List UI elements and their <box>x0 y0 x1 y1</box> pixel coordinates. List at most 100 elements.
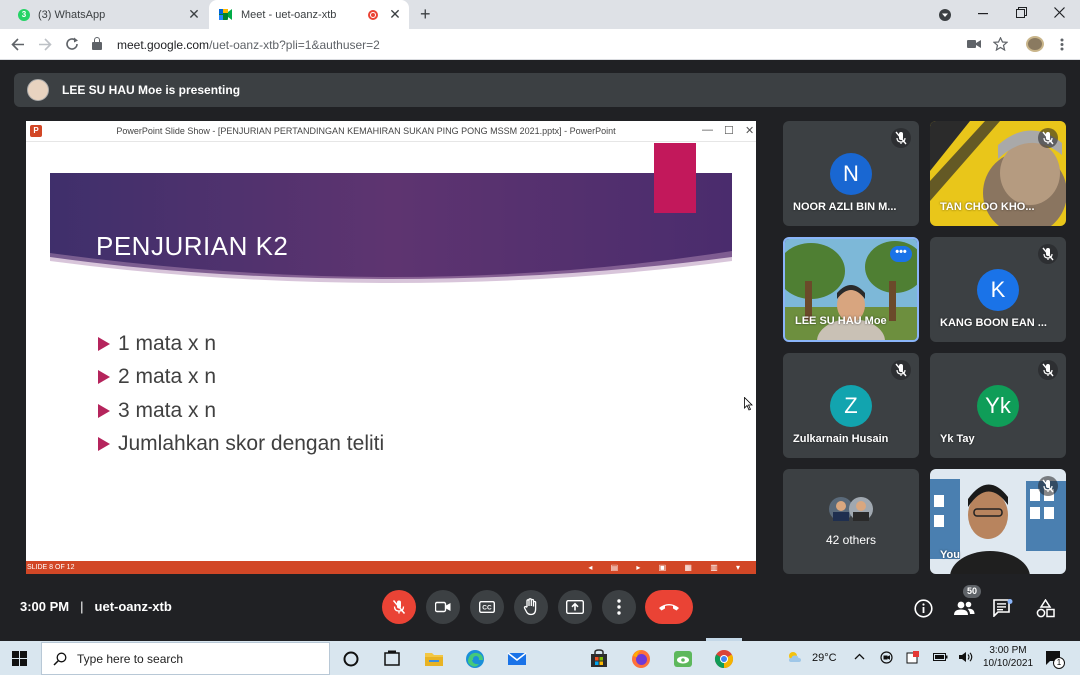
more-options-button[interactable] <box>602 590 636 624</box>
people-button[interactable] <box>952 597 976 619</box>
participant-name: Yk Tay <box>940 433 975 445</box>
participant-avatar: Z <box>830 385 872 427</box>
new-tab-button[interactable]: + <box>420 4 431 25</box>
weather-temp[interactable]: 29°C <box>812 652 837 664</box>
leave-call-button[interactable] <box>645 590 693 624</box>
mic-off-icon <box>1038 244 1058 264</box>
mic-off-icon <box>891 128 911 148</box>
bullet-text: 3 mata x n <box>118 398 217 422</box>
participant-tile[interactable]: K KANG BOON EAN ... <box>930 237 1066 342</box>
participant-tile[interactable]: N NOOR AZLI BIN M... <box>783 121 919 226</box>
store-icon[interactable] <box>588 648 610 670</box>
presenter-avatar <box>27 79 49 101</box>
slide-bullets: 1 mata x n 2 mata x n 3 mata x n Jumlahk… <box>98 327 384 461</box>
close-tab-icon[interactable]: ✕ <box>387 6 403 23</box>
taskbar-search-box[interactable]: Type here to search <box>41 642 330 675</box>
url-host: meet.google.com <box>117 37 210 52</box>
close-icon: ✕ <box>745 125 755 137</box>
svg-text:CC: CC <box>482 605 492 612</box>
others-count: 42 others <box>825 533 877 547</box>
meeting-info: 3:00 PM | uet-oanz-xtb <box>20 599 172 614</box>
powerpoint-status-bar: SLIDE 8 OF 12 ◂ ▤ ▸ ▣ ▦ ▥ ▾ <box>26 561 756 574</box>
camera-in-use-icon[interactable] <box>967 39 981 49</box>
meet-now-icon[interactable] <box>880 651 893 664</box>
close-window-icon[interactable] <box>1054 7 1065 18</box>
microphone-button[interactable] <box>382 590 416 624</box>
people-count-badge: 50 <box>963 585 981 598</box>
browser-tab-strip: 3 (3) WhatsApp ✕ Meet - uet-oanz-xtb ✕ + <box>0 0 1080 29</box>
app-green-icon[interactable] <box>672 648 694 670</box>
participant-name: You <box>940 549 960 561</box>
view-controls-icon: ◂ ▤ ▸ ▣ ▦ ▥ ▾ <box>588 563 748 572</box>
tab-label: Meet - uet-oanz-xtb <box>241 8 337 21</box>
raise-hand-button[interactable] <box>514 590 548 624</box>
task-view-icon[interactable] <box>381 648 403 670</box>
url-path: /uet-oanz-xtb?pli=1&authuser=2 <box>209 37 380 52</box>
edge-icon[interactable] <box>464 648 486 670</box>
others-avatars <box>829 497 873 521</box>
more-options-icon[interactable] <box>1060 38 1064 51</box>
list-item: 2 mata x n <box>98 361 384 395</box>
meeting-code: uet-oanz-xtb <box>94 599 172 614</box>
participant-tile[interactable]: ••• LEE SU HAU Moe <box>783 237 919 342</box>
address-bar: meet.google.com/uet-oanz-xtb?pli=1&authu… <box>0 29 1080 60</box>
participant-tile[interactable]: Yk Yk Tay <box>930 353 1066 458</box>
taskbar-clock[interactable]: 3:00 PM 10/10/2021 <box>982 644 1034 670</box>
profile-avatar[interactable] <box>1026 36 1044 52</box>
file-explorer-icon[interactable] <box>423 648 445 670</box>
url-field[interactable]: meet.google.com/uet-oanz-xtb?pli=1&authu… <box>92 33 962 56</box>
show-hidden-icons-icon[interactable] <box>854 653 865 660</box>
bullet-triangle-icon <box>98 403 110 418</box>
present-now-button[interactable] <box>558 590 592 624</box>
chat-icon <box>993 599 1013 617</box>
tab-whatsapp[interactable]: 3 (3) WhatsApp ✕ <box>8 0 208 29</box>
meeting-controls-bar: 3:00 PM | uet-oanz-xtb CC <box>0 580 1080 640</box>
camera-button[interactable] <box>426 590 460 624</box>
bullet-triangle-icon <box>98 370 110 385</box>
cortana-icon[interactable] <box>340 648 362 670</box>
list-item: Jumlahkan skor dengan teliti <box>98 428 384 462</box>
weather-icon[interactable] <box>786 650 804 664</box>
forward-icon[interactable] <box>38 38 52 51</box>
list-item: 3 mata x n <box>98 394 384 428</box>
participant-tile[interactable]: Z Zulkarnain Husain <box>783 353 919 458</box>
minimize-icon: — <box>702 124 713 136</box>
reload-icon[interactable] <box>65 37 79 51</box>
self-tile[interactable]: You <box>930 469 1066 574</box>
more-vert-icon <box>617 599 621 615</box>
chrome-icon[interactable] <box>713 648 735 670</box>
tab-meet[interactable]: Meet - uet-oanz-xtb ✕ <box>209 0 409 29</box>
volume-icon[interactable] <box>958 651 974 663</box>
slide-title: PENJURIAN K2 <box>96 231 289 261</box>
more-options-button[interactable]: ••• <box>890 246 912 262</box>
chat-button[interactable] <box>992 597 1014 619</box>
camera-icon <box>435 601 451 613</box>
mail-icon[interactable] <box>506 648 528 670</box>
battery-icon[interactable] <box>933 653 948 661</box>
presenting-banner: LEE SU HAU Moe is presenting <box>14 73 1066 107</box>
firefox-icon[interactable] <box>630 648 652 670</box>
security-shield-icon[interactable] <box>906 650 920 664</box>
close-tab-icon[interactable]: ✕ <box>186 6 202 23</box>
participant-avatar: K <box>977 269 1019 311</box>
activities-button[interactable] <box>1034 597 1056 619</box>
search-placeholder: Type here to search <box>77 651 184 666</box>
captions-button[interactable]: CC <box>470 590 504 624</box>
participant-tile[interactable]: TAN CHOO KHO... <box>930 121 1066 226</box>
search-icon <box>53 652 67 666</box>
others-tile[interactable]: 42 others <box>783 469 919 574</box>
mic-off-icon <box>1038 360 1058 380</box>
raise-hand-icon <box>523 598 537 616</box>
meeting-details-button[interactable] <box>912 597 934 619</box>
tab-search-icon[interactable] <box>938 8 952 22</box>
back-icon[interactable] <box>11 38 25 51</box>
participant-name: LEE SU HAU Moe <box>795 315 887 327</box>
list-item: 1 mata x n <box>98 327 384 361</box>
captions-icon: CC <box>479 601 495 613</box>
bullet-text: 2 mata x n <box>118 365 217 389</box>
present-screen-icon <box>566 600 584 614</box>
windows-start-icon[interactable] <box>12 651 27 666</box>
bookmark-star-icon[interactable] <box>993 37 1008 51</box>
minimize-icon[interactable] <box>978 13 988 15</box>
restore-icon[interactable] <box>1016 7 1027 18</box>
